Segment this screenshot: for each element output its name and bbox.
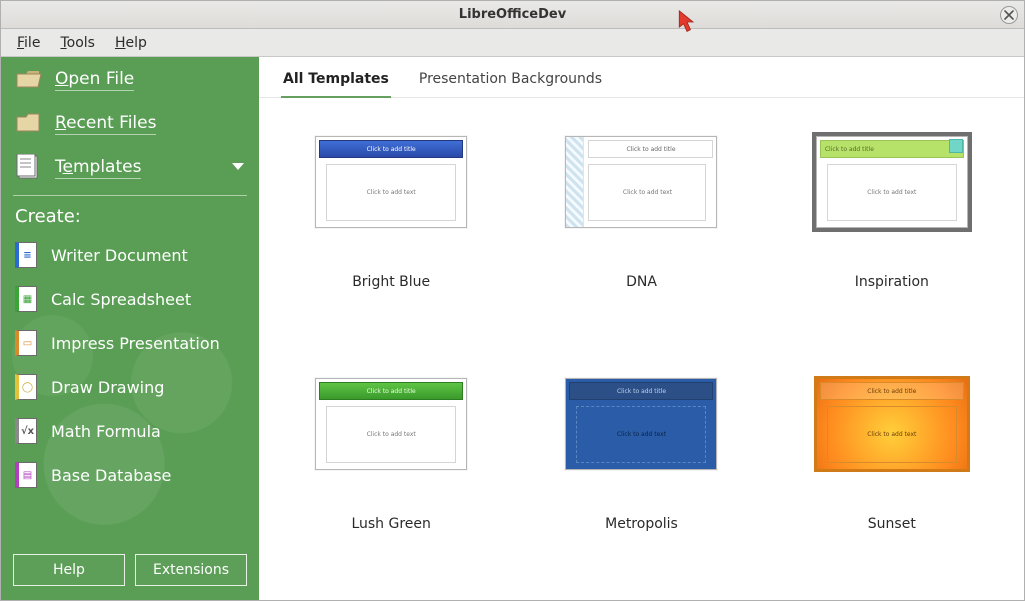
menu-help[interactable]: Help [105, 31, 157, 55]
extensions-button[interactable]: Extensions [135, 554, 247, 586]
create-draw-button[interactable]: ◯ Draw Drawing [1, 365, 259, 409]
template-thumb: Click to add title Click to add text [565, 136, 717, 228]
base-icon: ▤ [15, 462, 37, 488]
tab-all-templates[interactable]: All Templates [281, 67, 391, 97]
menu-tools[interactable]: Tools [50, 31, 105, 55]
template-thumb: Click to add title Click to add text [315, 378, 467, 470]
template-caption: Lush Green [351, 516, 430, 532]
template-grid: Click to add title Click to add text Bri… [259, 98, 1024, 600]
impress-icon: ▭ [15, 330, 37, 356]
templates-icon [15, 155, 43, 179]
template-caption: DNA [626, 274, 657, 290]
writer-icon: ≡ [15, 242, 37, 268]
separator [13, 195, 247, 196]
template-thumb: Click to add title Click to add text [565, 378, 717, 470]
draw-icon: ◯ [15, 374, 37, 400]
help-button[interactable]: Help [13, 554, 125, 586]
create-base-button[interactable]: ▤ Base Database [1, 453, 259, 497]
chevron-down-icon [231, 157, 245, 177]
template-sunset[interactable]: Click to add title Click to add text Sun… [802, 378, 982, 590]
create-writer-button[interactable]: ≡ Writer Document [1, 233, 259, 277]
template-thumb: Click to add title Click to add text [315, 136, 467, 228]
create-math-button[interactable]: √x Math Formula [1, 409, 259, 453]
template-caption: Metropolis [605, 516, 678, 532]
main-panel: All Templates Presentation Backgrounds C… [259, 57, 1024, 600]
folder-open-icon [15, 67, 43, 91]
menu-file[interactable]: File [7, 31, 50, 55]
template-bright-blue[interactable]: Click to add title Click to add text Bri… [301, 136, 481, 348]
template-caption: Sunset [868, 516, 916, 532]
recent-files-button[interactable]: Recent Files [1, 101, 259, 145]
template-lush-green[interactable]: Click to add title Click to add text Lus… [301, 378, 481, 590]
folder-icon [15, 111, 43, 135]
math-icon: √x [15, 418, 37, 444]
open-file-button[interactable]: Open File [1, 57, 259, 101]
titlebar: LibreOfficeDev [1, 1, 1024, 29]
template-tabs: All Templates Presentation Backgrounds [259, 57, 1024, 98]
window-title: LibreOfficeDev [1, 7, 1024, 22]
window-close-button[interactable] [1000, 6, 1018, 24]
template-inspiration[interactable]: Click to add title Click to add text Ins… [802, 136, 982, 348]
sidebar: Open File Recent Files Templates Create: [1, 57, 259, 600]
template-dna[interactable]: Click to add title Click to add text DNA [551, 136, 731, 348]
create-heading: Create: [1, 198, 259, 233]
create-calc-button[interactable]: ▦ Calc Spreadsheet [1, 277, 259, 321]
start-center-window: LibreOfficeDev File Tools Help Open File [0, 0, 1025, 601]
menubar: File Tools Help [1, 29, 1024, 57]
template-thumb: Click to add title Click to add text [816, 136, 968, 228]
tab-presentation-backgrounds[interactable]: Presentation Backgrounds [417, 67, 604, 97]
template-caption: Bright Blue [352, 274, 430, 290]
template-thumb: Click to add title Click to add text [816, 378, 968, 470]
template-caption: Inspiration [855, 274, 929, 290]
template-metropolis[interactable]: Click to add title Click to add text Met… [551, 378, 731, 590]
templates-button[interactable]: Templates [1, 145, 259, 189]
calc-icon: ▦ [15, 286, 37, 312]
create-impress-button[interactable]: ▭ Impress Presentation [1, 321, 259, 365]
